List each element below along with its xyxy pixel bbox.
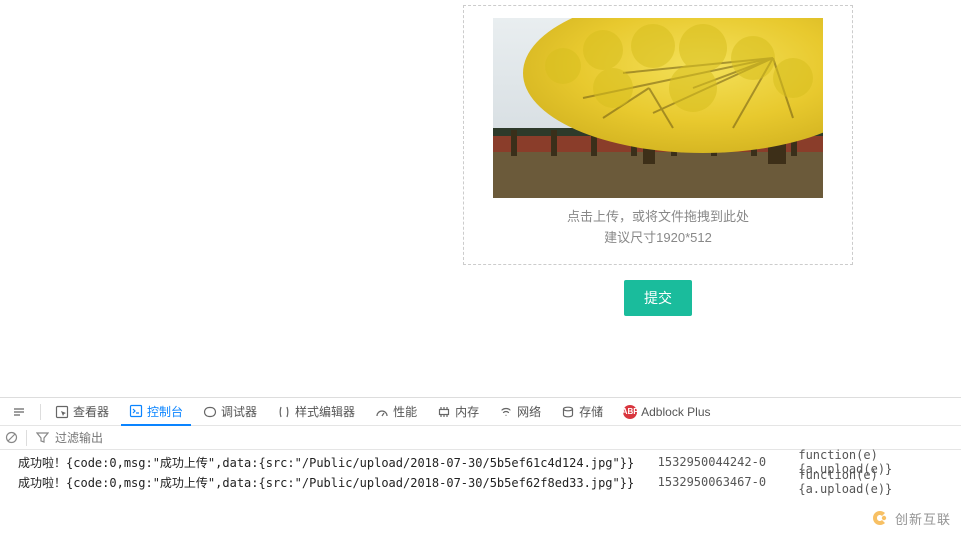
inspector-icon xyxy=(55,405,69,419)
tab-network[interactable]: 网络 xyxy=(491,398,549,426)
tab-label: 查看器 xyxy=(73,403,109,420)
adblock-icon: ABP xyxy=(623,405,637,419)
submit-wrap: 提交 xyxy=(463,280,853,316)
filter-input[interactable] xyxy=(55,431,255,445)
debugger-icon xyxy=(203,405,217,419)
tab-performance[interactable]: 性能 xyxy=(367,398,425,426)
tab-label: 控制台 xyxy=(147,403,183,420)
tab-style-editor[interactable]: 样式编辑器 xyxy=(269,398,363,426)
tab-label: 网络 xyxy=(517,403,541,420)
clear-icon[interactable] xyxy=(4,431,18,445)
memory-icon xyxy=(437,405,451,419)
upload-hint-text: 点击上传，或将文件拖拽到此处 xyxy=(567,206,749,225)
console-filterbar xyxy=(0,426,961,450)
devtools-tabbar: 查看器 控制台 调试器 样式编辑器 性能 xyxy=(0,398,961,426)
style-icon xyxy=(277,405,291,419)
log-message: 成功啦！{code:0,msg:"成功上传",data:{src:"/Publi… xyxy=(0,454,658,471)
performance-icon xyxy=(375,405,389,419)
log-message: 成功啦！{code:0,msg:"成功上传",data:{src:"/Publi… xyxy=(0,474,658,491)
separator xyxy=(40,404,41,420)
image-preview xyxy=(493,18,823,198)
network-icon xyxy=(499,405,513,419)
upload-dropzone[interactable]: 点击上传，或将文件拖拽到此处 建议尺寸1920*512 xyxy=(463,5,853,265)
tab-memory[interactable]: 内存 xyxy=(429,398,487,426)
console-log-row[interactable]: 成功啦！{code:0,msg:"成功上传",data:{src:"/Publi… xyxy=(0,472,961,492)
tab-storage[interactable]: 存储 xyxy=(553,398,611,426)
log-source[interactable]: function(e){a.upload(e)} xyxy=(798,468,961,496)
devtools-panel: 查看器 控制台 调试器 样式编辑器 性能 xyxy=(0,397,961,494)
separator xyxy=(26,430,27,446)
tab-debugger[interactable]: 调试器 xyxy=(195,398,265,426)
tab-label: 样式编辑器 xyxy=(295,403,355,420)
tab-console[interactable]: 控制台 xyxy=(121,398,191,426)
logo-text: 创新互联 xyxy=(895,509,951,528)
tab-adblock[interactable]: ABP Adblock Plus xyxy=(615,398,718,426)
submit-button[interactable]: 提交 xyxy=(624,280,692,316)
logo-icon xyxy=(869,507,891,529)
watermark-logo: 创新互联 xyxy=(869,507,951,529)
storage-icon xyxy=(561,405,575,419)
console-icon xyxy=(129,404,143,418)
upload-size-hint: 建议尺寸1920*512 xyxy=(604,227,712,246)
tab-label: 存储 xyxy=(579,403,603,420)
tab-label: Adblock Plus xyxy=(641,405,710,419)
log-timestamp: 1532950044242-0 xyxy=(658,455,799,469)
overflow-icon xyxy=(12,405,26,419)
tab-label: 内存 xyxy=(455,403,479,420)
console-log-list: 成功啦！{code:0,msg:"成功上传",data:{src:"/Publi… xyxy=(0,450,961,494)
log-timestamp: 1532950063467-0 xyxy=(658,475,799,489)
tab-label: 调试器 xyxy=(221,403,257,420)
preview-image xyxy=(493,18,823,198)
filter-icon[interactable] xyxy=(35,431,49,445)
devtools-overflow-button[interactable] xyxy=(4,398,34,426)
tab-label: 性能 xyxy=(393,403,417,420)
tab-inspector[interactable]: 查看器 xyxy=(47,398,117,426)
